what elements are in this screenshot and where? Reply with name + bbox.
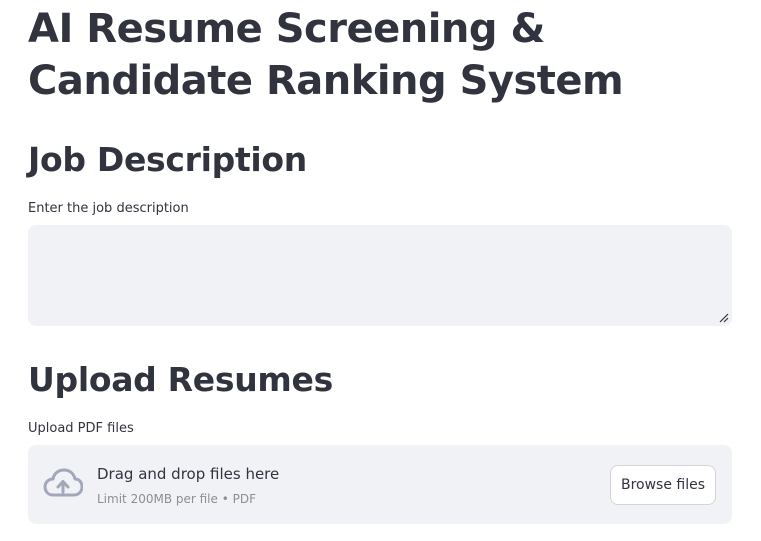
dropzone-instruction: Drag and drop files here [97, 465, 280, 483]
job-description-label: Enter the job description [28, 201, 189, 216]
resize-handle-icon[interactable] [717, 311, 729, 323]
job-description-textarea[interactable] [28, 225, 732, 326]
page-title: AI Resume Screening & Candidate Ranking … [28, 6, 624, 104]
job-description-heading: Job Description [28, 140, 307, 179]
upload-pdf-label: Upload PDF files [28, 421, 134, 436]
file-dropzone[interactable]: Drag and drop files here Limit 200MB per… [28, 445, 732, 524]
job-description-field-container [28, 225, 732, 326]
cloud-upload-icon [43, 468, 83, 497]
upload-resumes-heading: Upload Resumes [28, 360, 333, 399]
browse-files-button[interactable]: Browse files [610, 465, 716, 505]
dropzone-limit-text: Limit 200MB per file • PDF [97, 492, 256, 506]
